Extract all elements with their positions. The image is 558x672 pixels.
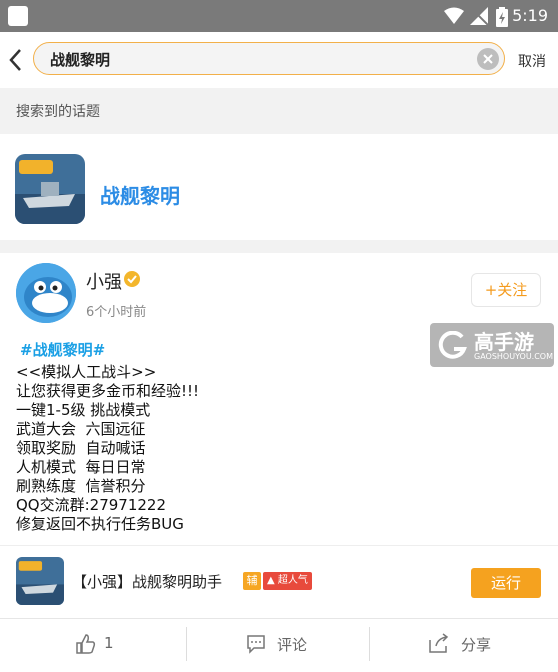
app-icon [16, 557, 64, 605]
content-line: 让您获得更多金币和经验!!! [16, 382, 200, 400]
content-line: 武道大会 六国远征 [16, 420, 146, 438]
content-line: <<模拟人工战斗>> [16, 363, 157, 381]
section-title: 搜索到的话题 [16, 104, 100, 120]
post-time: 6个小时前 [86, 305, 147, 320]
clock: 5:19 [512, 6, 548, 25]
logo-icon [438, 331, 467, 359]
content-line: 人机模式 每日日常 [16, 458, 146, 476]
content-line: 领取奖励 自动喊话 [16, 439, 146, 457]
hot-badge: ▲ 超人气 [263, 572, 312, 590]
content-line: QQ交流群:27971222 [16, 496, 167, 514]
follow-button[interactable]: +关注 [471, 273, 541, 307]
app-item[interactable]: 【小强】战舰黎明助手 辅 ▲ 超人气 运行 [0, 545, 558, 618]
hashtag-link[interactable]: #战舰黎明# [20, 339, 105, 360]
back-arrow-icon[interactable] [8, 46, 24, 74]
status-bar: 5:19 [0, 0, 558, 32]
search-header: 战舰黎明 取消 [0, 32, 558, 88]
game-icon [15, 154, 85, 224]
signal-icon [470, 7, 488, 25]
topic-result[interactable]: 战舰黎明 [0, 134, 558, 240]
wifi-icon [444, 7, 464, 24]
post-content: <<模拟人工战斗>> 让您获得更多金币和经验!!! 一键1-5级 挑战模式 武道… [16, 363, 199, 534]
notification-icon [8, 6, 28, 26]
watermark-title: 高手游 [474, 330, 534, 354]
action-bar: 1 评论 分享 [0, 618, 558, 672]
content-line: 一键1-5级 挑战模式 [16, 401, 151, 419]
like-count: 1 [104, 634, 114, 652]
post-card: 小强 6个小时前 +关注 高手游 GAOSHOUYOU.COM #战舰黎明# <… [0, 253, 558, 545]
battery-icon [496, 7, 508, 27]
content-line: 修复返回不执行任务BUG [16, 515, 184, 533]
aux-badge: 辅 [243, 572, 261, 590]
watermark-logo: 高手游 GAOSHOUYOU.COM [430, 323, 554, 367]
clear-search-icon[interactable] [477, 48, 499, 70]
thumbs-up-icon [76, 634, 96, 654]
topic-name[interactable]: 战舰黎明 [100, 180, 180, 209]
content-line: 刷熟练度 信誉积分 [16, 477, 146, 495]
share-label: 分享 [461, 636, 492, 654]
search-query-text[interactable]: 战舰黎明 [50, 49, 110, 70]
cancel-button[interactable]: 取消 [518, 51, 546, 71]
hot-badge-label: 超人气 [277, 575, 308, 586]
fire-icon: ▲ [267, 575, 275, 586]
share-icon [429, 633, 449, 653]
search-input[interactable]: 战舰黎明 [33, 42, 505, 75]
comment-label: 评论 [277, 636, 308, 654]
avatar[interactable] [16, 263, 76, 323]
username[interactable]: 小强 [86, 268, 122, 294]
watermark-subtitle: GAOSHOUYOU.COM [474, 352, 554, 361]
share-button[interactable]: 分享 [370, 619, 558, 672]
verified-icon [124, 271, 140, 287]
app-name: 【小强】战舰黎明助手 [72, 573, 223, 591]
run-button[interactable]: 运行 [471, 568, 541, 598]
like-button[interactable]: 1 [0, 619, 186, 672]
comment-icon [247, 635, 265, 654]
comment-button[interactable]: 评论 [187, 619, 369, 672]
